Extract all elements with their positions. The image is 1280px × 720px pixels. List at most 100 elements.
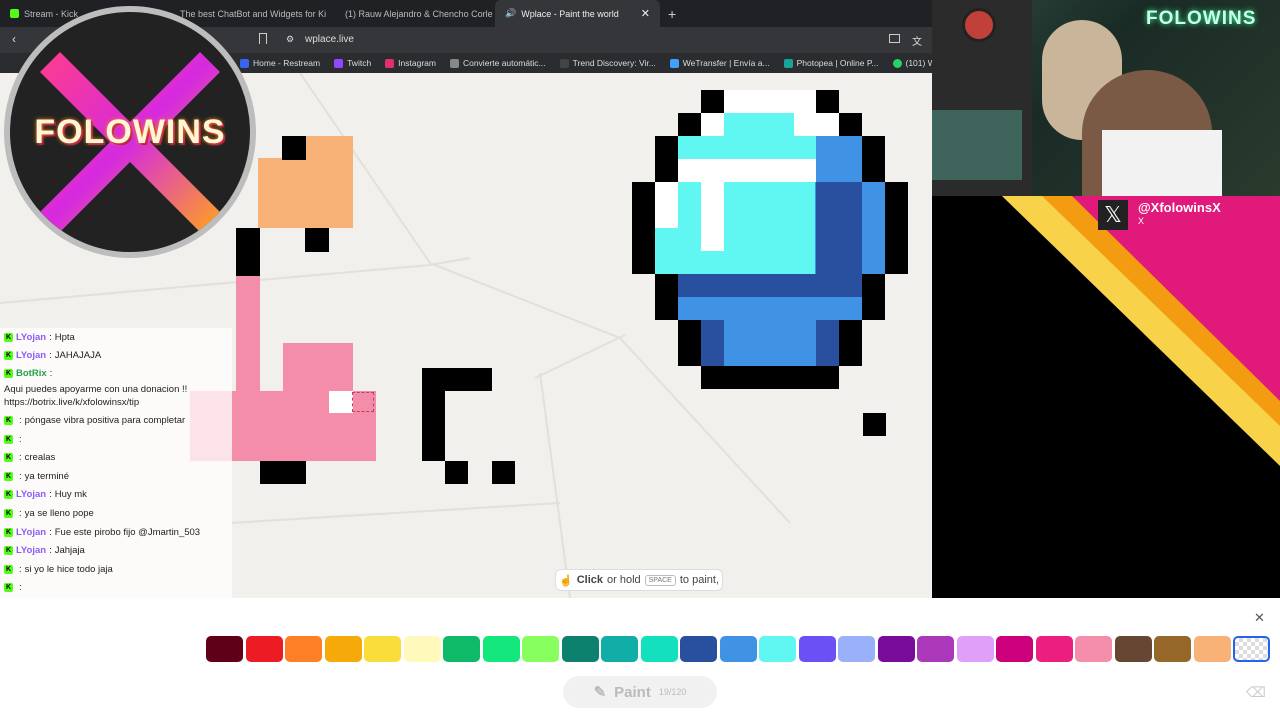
logo-text: FOLOWINS <box>34 112 226 151</box>
cast-icon[interactable] <box>889 34 900 43</box>
chat-separator: : <box>19 563 22 575</box>
color-swatch[interactable] <box>877 636 915 662</box>
chat-text: ya terminé <box>24 470 69 482</box>
color-swatch[interactable] <box>917 636 954 662</box>
chat-text: si yo le hice todo jaja <box>24 563 113 575</box>
color-swatch[interactable] <box>640 636 678 662</box>
chat-separator: : <box>19 582 22 594</box>
webcam-neon-sign: FOLOWINS <box>1146 8 1257 29</box>
chat-username: LYojan <box>16 331 47 343</box>
color-swatch[interactable] <box>798 636 836 662</box>
kick-badge-icon: K <box>4 490 13 500</box>
color-swatch[interactable] <box>206 636 243 662</box>
bookmark-star-icon[interactable] <box>259 33 267 44</box>
color-swatch[interactable] <box>522 636 559 662</box>
chat-separator: : <box>19 507 22 519</box>
bookmark-photopea[interactable]: Photopea | Online P... <box>783 58 879 68</box>
chat-username: BotRix <box>16 368 47 380</box>
color-swatch[interactable] <box>759 636 796 662</box>
site-info-icon[interactable]: ⚙ <box>286 34 294 45</box>
chat-text: Huy mk <box>54 489 87 501</box>
color-swatch[interactable] <box>1154 636 1191 662</box>
kick-badge-icon: K <box>4 369 13 379</box>
whatsapp-icon <box>892 58 902 68</box>
color-swatch[interactable] <box>443 636 480 662</box>
chat-separator: : <box>19 452 22 464</box>
translate-icon[interactable]: 文 <box>912 33 922 48</box>
bookmark-wetransfer[interactable]: WeTransfer | Envía a... <box>669 58 770 68</box>
chat-separator: : <box>49 526 52 538</box>
chat-username: LYojan <box>16 350 47 362</box>
color-swatch[interactable] <box>1075 636 1112 662</box>
kick-badge-icon: K <box>4 351 13 361</box>
bookmark-restream[interactable]: Home - Restream <box>240 58 320 68</box>
kick-badge-icon: K <box>4 332 13 342</box>
x-logo-icon: 𝕏 <box>1098 200 1128 230</box>
chat-username: LYojan <box>16 545 47 557</box>
chat-username: LYojan <box>16 489 47 501</box>
bookmark-tiktok[interactable]: Trend Discovery: Vir... <box>559 58 656 68</box>
eraser-icon[interactable]: ⌫ <box>1246 684 1266 701</box>
color-swatch[interactable] <box>1035 636 1073 662</box>
color-swatch[interactable] <box>838 636 875 662</box>
color-swatch[interactable] <box>1233 636 1270 662</box>
hint-or-hold: or hold <box>607 574 641 586</box>
hint-to-paint: to paint, <box>679 574 719 586</box>
url-text[interactable]: wplace.live <box>305 34 354 45</box>
bookmark-instagram[interactable]: Instagram <box>385 58 436 68</box>
social-handle: @XfolowinsX <box>1138 200 1221 215</box>
chat-separator: : <box>49 350 52 362</box>
webcam-overlay: FOLOWINS <box>932 0 1280 196</box>
paint-button[interactable]: ✎ Paint 19/120 <box>563 676 717 708</box>
color-swatch[interactable] <box>285 636 322 662</box>
close-palette-icon[interactable]: ✕ <box>1254 610 1265 626</box>
chat-text: póngase vibra positiva para completar <box>24 414 186 426</box>
color-swatch[interactable] <box>364 636 401 662</box>
color-swatch[interactable] <box>245 636 283 662</box>
paint-label: Paint <box>614 683 651 701</box>
close-tab-icon[interactable]: ✕ <box>641 7 650 20</box>
color-swatch[interactable] <box>680 636 717 662</box>
color-swatch[interactable] <box>403 636 441 662</box>
bookmark-convert[interactable]: Convierte automátic... <box>449 58 546 68</box>
kick-badge-icon: K <box>4 583 13 593</box>
stripe-decoration <box>1002 196 1280 466</box>
color-swatch[interactable] <box>1193 636 1231 662</box>
paint-hint: ☝ Click or hold SPACE to paint, <box>555 569 723 591</box>
color-swatch[interactable] <box>956 636 994 662</box>
twitch-icon <box>334 58 344 68</box>
chat-message: K: ya se lleno pope <box>0 504 232 523</box>
color-swatch[interactable] <box>996 636 1033 662</box>
new-tab-icon[interactable]: + <box>660 6 684 22</box>
kick-badge-icon: K <box>4 434 13 444</box>
bookmark-whatsapp[interactable]: (101) WhatsApp <box>892 58 932 68</box>
color-swatch[interactable] <box>324 636 362 662</box>
chat-text: JAHAJAJA <box>54 350 102 362</box>
bookmark-twitch[interactable]: Twitch <box>334 58 371 68</box>
color-swatch[interactable] <box>601 636 638 662</box>
chat-text: crealas <box>24 452 56 464</box>
chat-separator: : <box>49 545 52 557</box>
chat-message: K LYojan: Fue este pirobo fijo @Jmartin_50… <box>0 523 232 542</box>
kick-badge-icon: K <box>4 508 13 518</box>
tab-wplace[interactable]: 🔊 Wplace - Paint the world ✕ <box>495 0 660 27</box>
chat-text: Fue este pirobo fijo @Jmartin_503 <box>54 526 201 538</box>
kick-badge-icon: K <box>4 471 13 481</box>
color-swatch[interactable] <box>719 636 757 662</box>
tiktok-icon <box>559 58 569 68</box>
chat-separator: : <box>19 414 22 426</box>
kick-badge-icon: K <box>4 564 13 574</box>
color-swatch[interactable] <box>482 636 520 662</box>
convert-icon <box>449 58 459 68</box>
photopea-icon <box>783 58 793 68</box>
chat-message: K LYojan: JAHAJAJA <box>0 347 232 366</box>
chat-message: K: si yo le hice todo jaja <box>0 560 232 579</box>
chat-message: K: crealas <box>0 448 232 467</box>
stream-overlay-panel: 𝕏 @XfolowinsX X <box>932 196 1280 598</box>
hand-icon: ☝ <box>559 574 573 587</box>
tab-youtube[interactable]: (1) Rauw Alejandro & Chencho Corle <box>330 0 495 27</box>
chat-message: K: póngase vibra positiva para completar <box>0 411 232 430</box>
chat-username: LYojan <box>16 526 47 538</box>
color-swatch[interactable] <box>561 636 599 662</box>
color-swatch[interactable] <box>1114 636 1152 662</box>
